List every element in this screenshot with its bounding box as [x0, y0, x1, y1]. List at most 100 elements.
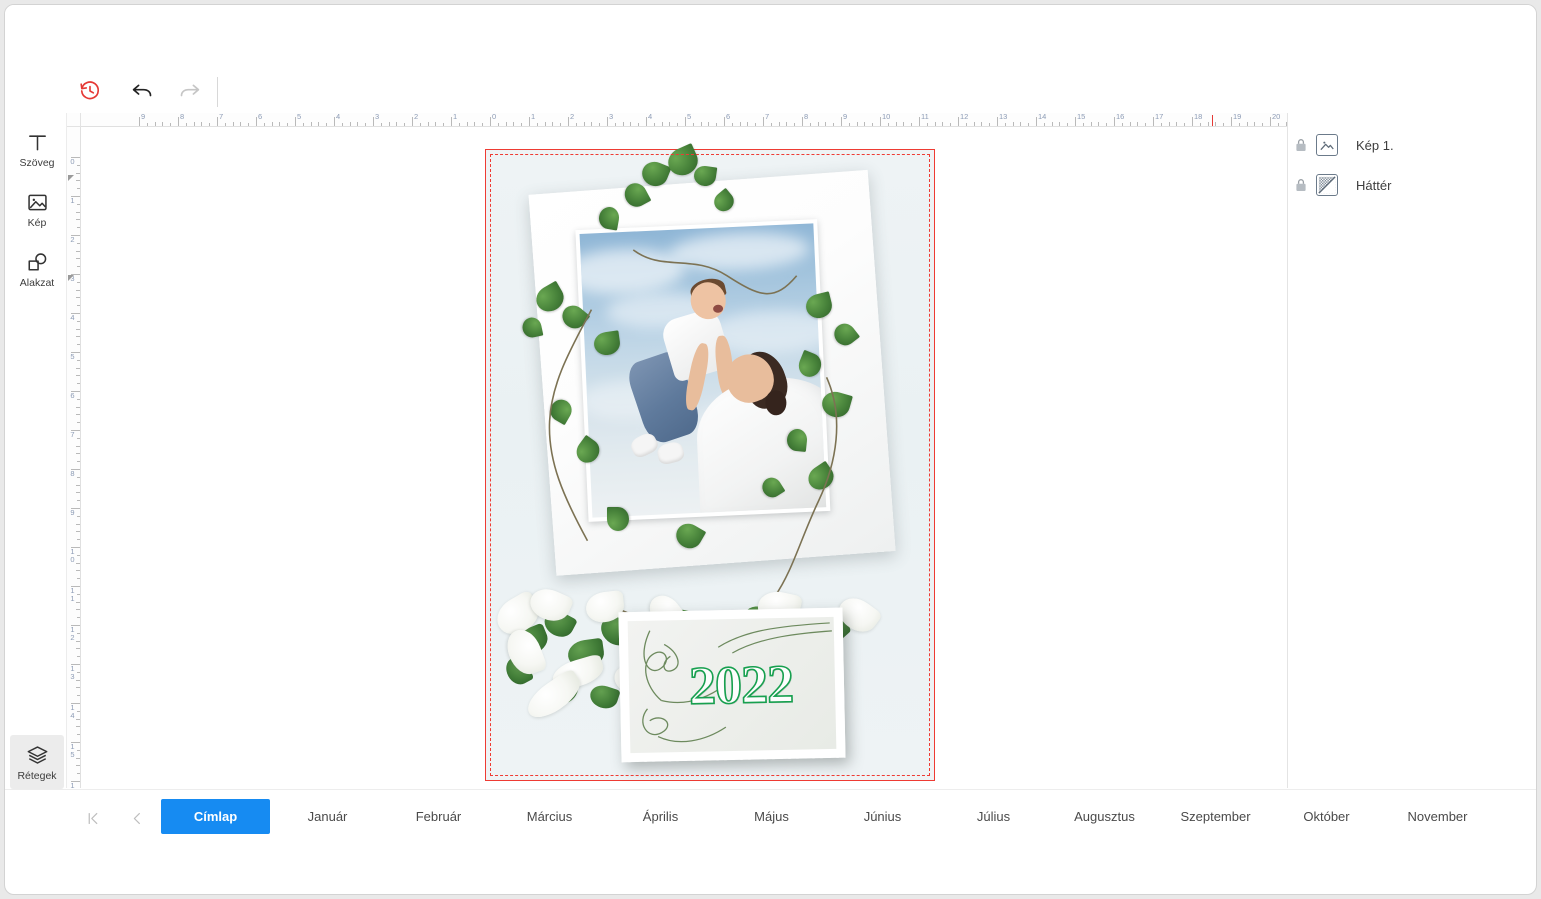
ruler-tick-minor — [497, 123, 499, 126]
ruler-tick-minor — [794, 123, 796, 126]
ruler-tick-minor — [185, 123, 187, 126]
ruler-tick-minor — [224, 123, 226, 126]
ruler-tick-minor — [357, 122, 359, 126]
tool-layers[interactable]: Rétegek — [10, 735, 64, 789]
ruler-tick-minor — [154, 122, 156, 126]
ruler-tick-minor — [895, 122, 897, 126]
page-tab-február[interactable]: Február — [383, 799, 494, 834]
page-canvas[interactable]: 2022 — [485, 143, 935, 781]
left-tool-rail: Szöveg Kép Alakzat Rétegek — [5, 113, 67, 789]
child-shoe-right — [655, 440, 686, 466]
ruler-tick-minor — [653, 123, 655, 126]
ruler-guide-handle[interactable] — [68, 175, 74, 181]
redo-button[interactable] — [173, 74, 207, 108]
page-tab-március[interactable]: Március — [494, 799, 605, 834]
ruler-tick-minor — [349, 122, 351, 126]
page-tab-április[interactable]: Április — [605, 799, 716, 834]
lock-icon[interactable] — [1288, 178, 1314, 192]
ruler-tick-minor — [76, 258, 80, 260]
ruler-tick-minor — [1051, 122, 1053, 126]
layer-name: Háttér — [1356, 177, 1392, 193]
ruler-tick-minor — [965, 123, 967, 126]
page-tab-november[interactable]: November — [1382, 799, 1493, 834]
page-tab-augusztus[interactable]: Augusztus — [1049, 799, 1160, 834]
ruler-tick-minor — [1262, 123, 1264, 126]
ruler-tick-minor — [1059, 122, 1061, 126]
ruler-tick-minor — [77, 500, 80, 502]
ruler-tick-minor — [505, 122, 507, 126]
ruler-tick-minor — [903, 122, 905, 126]
ruler-tick-minor — [817, 122, 819, 126]
ruler-tick-minor — [76, 336, 80, 338]
shape-icon — [26, 249, 49, 275]
ruler-tick-minor — [146, 123, 148, 126]
ruler-guide-handle[interactable] — [68, 275, 74, 281]
ruler-tick-minor — [318, 122, 320, 126]
previous-page-button[interactable] — [121, 802, 151, 834]
ruler-tick-minor — [1090, 122, 1092, 126]
ruler-tick-minor — [599, 123, 601, 126]
page-tab-július[interactable]: Július — [938, 799, 1049, 834]
lock-icon[interactable] — [1288, 138, 1314, 152]
ruler-tick-minor — [76, 406, 80, 408]
ruler-tick-minor — [77, 656, 80, 658]
ruler-tick-minor — [209, 123, 211, 126]
ruler-tick-minor — [77, 398, 80, 400]
ruler-tick-minor — [77, 593, 80, 595]
ruler-label: 0 — [492, 113, 497, 121]
canvas-area[interactable]: 2022 — [81, 127, 1286, 788]
page-tab-szeptember[interactable]: Szeptember — [1160, 799, 1271, 834]
frame-inner-mat — [575, 219, 831, 522]
page-tab-január[interactable]: Január — [272, 799, 383, 834]
tool-text[interactable]: Szöveg — [10, 122, 64, 176]
ruler-tick-minor — [809, 123, 811, 126]
ruler-tick-minor — [76, 414, 80, 416]
ruler-tick-minor — [77, 266, 80, 268]
top-toolbar — [5, 5, 1536, 113]
ruler-tick-minor — [77, 203, 80, 205]
layer-row[interactable]: Kép 1. — [1288, 125, 1536, 165]
ruler-label: 20 — [1272, 113, 1281, 121]
page-tab-címlap[interactable]: Címlap — [161, 799, 270, 834]
ruler-label: 1 1 — [70, 586, 75, 603]
undo-button[interactable] — [125, 74, 159, 108]
ruler-tick-minor — [76, 180, 80, 182]
text-icon — [26, 129, 49, 155]
ruler-label: 8 — [180, 113, 185, 121]
history-icon — [80, 81, 100, 100]
ruler-label: 7 — [219, 113, 224, 121]
year-stamp-card[interactable]: 2022 — [618, 607, 846, 763]
ruler-tick-minor — [1168, 122, 1170, 126]
ruler-label: 9 — [70, 508, 75, 517]
ruler-tick-minor — [248, 123, 250, 126]
ruler-tick-minor — [279, 122, 281, 126]
tool-image-label: Kép — [27, 217, 47, 230]
ruler-tick-minor — [482, 123, 484, 126]
ruler-tick-minor — [1160, 123, 1162, 126]
ruler-tick-minor — [1098, 122, 1100, 126]
ruler-tick-minor — [419, 123, 421, 126]
page-tab-május[interactable]: Május — [716, 799, 827, 834]
ruler-tick-minor — [833, 123, 835, 126]
ruler-label: 5 — [297, 113, 302, 121]
year-card-face: 2022 — [627, 616, 837, 754]
tool-image[interactable]: Kép — [10, 182, 64, 236]
ruler-tick-minor — [76, 562, 80, 564]
history-restore-button[interactable] — [73, 74, 107, 108]
ruler-tick-minor — [536, 123, 538, 126]
page-tab-október[interactable]: Október — [1271, 799, 1382, 834]
first-page-button[interactable] — [77, 802, 107, 834]
ruler-tick-minor — [76, 484, 80, 486]
ruler-tick-minor — [1106, 123, 1108, 126]
page-tab-június[interactable]: Június — [827, 799, 938, 834]
image-icon — [1316, 134, 1338, 156]
tool-shape[interactable]: Alakzat — [10, 242, 64, 296]
vertical-ruler[interactable]: 01234567891 01 11 21 31 41 51 6 — [67, 127, 81, 788]
image-icon — [26, 189, 49, 215]
toolbar-divider — [217, 77, 218, 107]
ruler-tick-minor — [310, 122, 312, 126]
layer-row[interactable]: Háttér — [1288, 165, 1536, 205]
ruler-label: 18 — [1194, 113, 1203, 121]
photo-frame-assembly[interactable] — [516, 159, 904, 584]
ruler-tick-minor — [591, 122, 593, 126]
